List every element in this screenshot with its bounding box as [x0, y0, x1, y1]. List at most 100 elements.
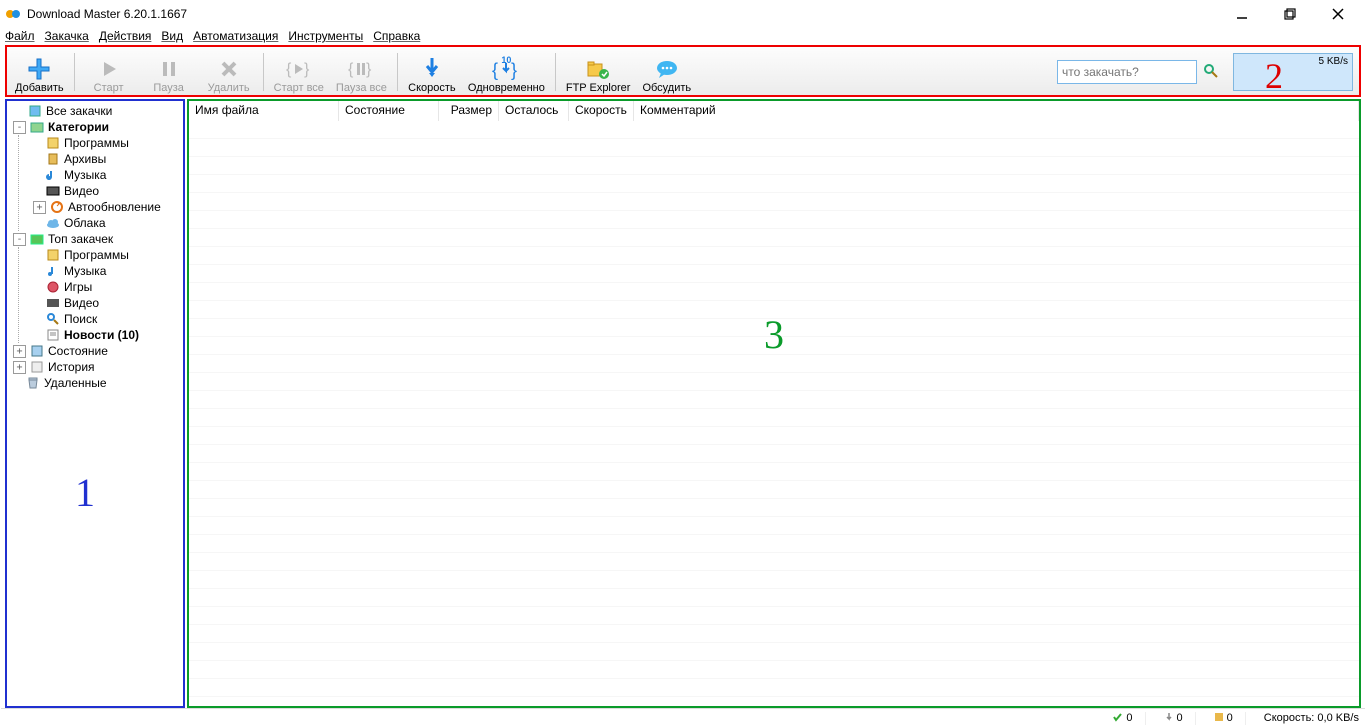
- search-icon: [45, 311, 61, 327]
- sidebar: Все закачки - Категории Программы Архивы…: [5, 99, 185, 708]
- menu-tools[interactable]: Инструменты: [288, 29, 363, 43]
- download-icon: [27, 103, 43, 119]
- add-button[interactable]: Добавить: [9, 49, 70, 95]
- tree-cat-clouds[interactable]: Облака: [19, 215, 183, 231]
- search-input[interactable]: [1057, 60, 1197, 84]
- menu-actions[interactable]: Действия: [99, 29, 152, 43]
- folder-icon: [29, 119, 45, 135]
- pause-button[interactable]: Пауза: [139, 49, 199, 95]
- pause-all-button[interactable]: {} Пауза все: [330, 49, 393, 95]
- start-all-label: Старт все: [274, 82, 324, 94]
- start-button[interactable]: Старт: [79, 49, 139, 95]
- overlay-1: 1: [75, 469, 95, 516]
- tree-cat-autoupdate[interactable]: +Автообновление: [19, 199, 183, 215]
- tree-cat-video[interactable]: Видео: [19, 183, 183, 199]
- tree-cat-programs[interactable]: Программы: [19, 135, 183, 151]
- trash-icon: [25, 375, 41, 391]
- tree-deleted[interactable]: Удаленные: [7, 375, 183, 391]
- window-title: Download Master 6.20.1.1667: [27, 7, 1227, 21]
- delete-label: Удалить: [208, 82, 250, 94]
- status-speed: Скорость: 0,0 KB/s: [1264, 712, 1359, 724]
- grid-body[interactable]: [189, 121, 1359, 706]
- concurrent-icon: 10 {}: [492, 56, 520, 82]
- programs-icon: [45, 247, 61, 263]
- history-icon: [29, 359, 45, 375]
- minimize-button[interactable]: [1227, 5, 1257, 23]
- svg-text:{: {: [348, 61, 354, 78]
- ftp-button[interactable]: FTP Explorer: [560, 49, 637, 95]
- menu-help[interactable]: Справка: [373, 29, 420, 43]
- pause-icon: [159, 56, 179, 82]
- chat-icon: [655, 56, 679, 82]
- status-active: 0: [1113, 712, 1145, 725]
- col-speed[interactable]: Скорость: [569, 101, 634, 121]
- video-icon: [45, 183, 61, 199]
- discuss-label: Обсудить: [642, 82, 691, 94]
- speed-button[interactable]: Скорость: [402, 49, 462, 95]
- tree-status[interactable]: + Состояние: [7, 343, 183, 359]
- tree-top-search[interactable]: Поиск: [19, 311, 183, 327]
- tree-top-video[interactable]: Видео: [19, 295, 183, 311]
- concurrent-button[interactable]: 10 {} Одновременно: [462, 49, 551, 95]
- col-remaining[interactable]: Осталось: [499, 101, 569, 121]
- title-bar: Download Master 6.20.1.1667: [1, 1, 1365, 27]
- svg-text:{: {: [286, 61, 292, 78]
- expand-icon[interactable]: +: [33, 201, 46, 214]
- add-label: Добавить: [15, 82, 64, 94]
- tree-all-downloads[interactable]: Все закачки: [7, 103, 183, 119]
- queued-icon: [1164, 712, 1174, 725]
- cloud-icon: [45, 215, 61, 231]
- svg-text:}: }: [511, 60, 517, 80]
- active-icon: [1113, 712, 1123, 725]
- menu-file[interactable]: Файл: [5, 29, 35, 43]
- start-all-button[interactable]: {} Старт все: [268, 49, 330, 95]
- music-icon: [45, 167, 61, 183]
- col-state[interactable]: Состояние: [339, 101, 439, 121]
- tree-top-programs[interactable]: Программы: [19, 247, 183, 263]
- col-comment[interactable]: Комментарий: [634, 101, 1359, 121]
- pause-label: Пауза: [153, 82, 184, 94]
- tree-cat-archives[interactable]: Архивы: [19, 151, 183, 167]
- expand-icon[interactable]: +: [13, 345, 26, 358]
- ftp-label: FTP Explorer: [566, 82, 631, 94]
- video-icon: [45, 295, 61, 311]
- menu-download[interactable]: Закачка: [45, 29, 89, 43]
- menu-view[interactable]: Вид: [161, 29, 183, 43]
- menu-bar: Файл Закачка Действия Вид Автоматизация …: [1, 27, 1365, 45]
- app-icon: [5, 6, 21, 22]
- tree-categories[interactable]: - Категории: [7, 119, 183, 135]
- play-icon: [99, 56, 119, 82]
- paused-icon: [1214, 712, 1224, 725]
- expand-icon[interactable]: +: [13, 361, 26, 374]
- speed-label: Скорость: [408, 82, 456, 94]
- download-list: Имя файла Состояние Размер Осталось Скор…: [187, 99, 1361, 708]
- delete-button[interactable]: Удалить: [199, 49, 259, 95]
- tree-top-downloads[interactable]: - Топ закачек: [7, 231, 183, 247]
- speed-indicator: 5 KB/s: [1233, 53, 1353, 91]
- maximize-button[interactable]: [1275, 5, 1305, 23]
- delete-icon: [219, 56, 239, 82]
- top-icon: [29, 231, 45, 247]
- search-icon[interactable]: [1203, 63, 1219, 82]
- discuss-button[interactable]: Обсудить: [636, 49, 697, 95]
- tree-top-games[interactable]: Игры: [19, 279, 183, 295]
- menu-automation[interactable]: Автоматизация: [193, 29, 278, 43]
- toolbar: Добавить Старт Пауза Удалить: [5, 45, 1361, 97]
- col-filename[interactable]: Имя файла: [189, 101, 339, 121]
- close-button[interactable]: [1323, 5, 1353, 23]
- svg-text:}: }: [366, 61, 372, 78]
- plus-icon: [27, 56, 51, 82]
- start-label: Старт: [94, 82, 124, 94]
- tree-top-news[interactable]: Новости (10): [19, 327, 183, 343]
- tree-cat-music[interactable]: Музыка: [19, 167, 183, 183]
- start-all-icon: {}: [286, 56, 312, 82]
- grid-header: Имя файла Состояние Размер Осталось Скор…: [189, 101, 1359, 122]
- col-size[interactable]: Размер: [439, 101, 499, 121]
- overlay-3: 3: [764, 311, 784, 358]
- tree-top-music[interactable]: Музыка: [19, 263, 183, 279]
- collapse-icon[interactable]: -: [13, 121, 26, 134]
- collapse-icon[interactable]: -: [13, 233, 26, 246]
- games-icon: [45, 279, 61, 295]
- pause-all-label: Пауза все: [336, 82, 387, 94]
- tree-history[interactable]: + История: [7, 359, 183, 375]
